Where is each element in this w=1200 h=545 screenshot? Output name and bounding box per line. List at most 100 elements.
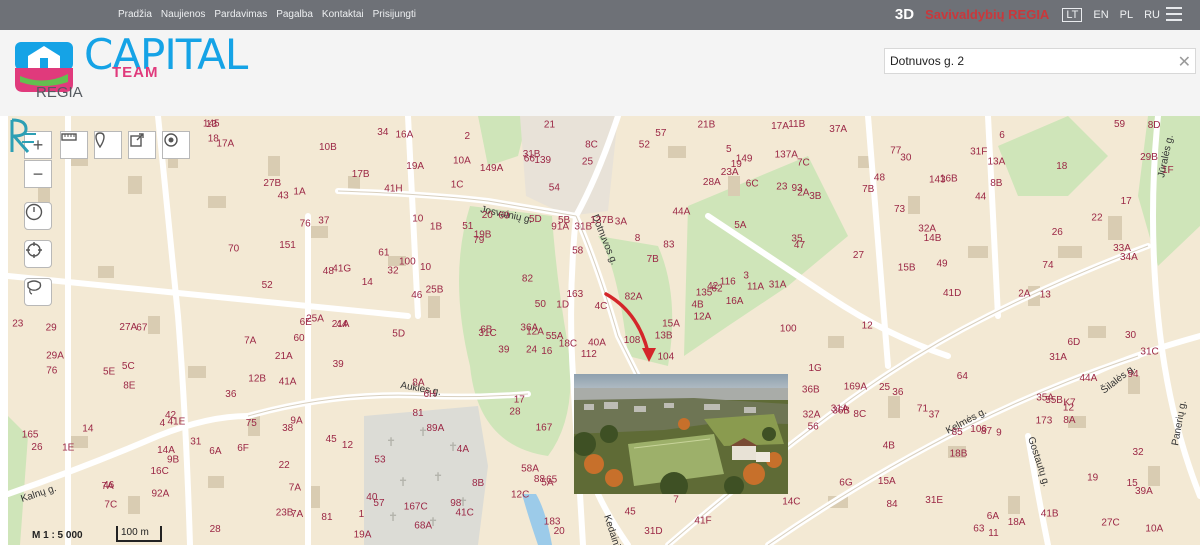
- map-view[interactable]: ✝ ✝ ✝ ✝ ✝ ✝ ✝ ✝ Josvainių g. Dotnuvos g.…: [8, 116, 1200, 545]
- parcel-number: 137A: [775, 150, 799, 161]
- parcel-number: 9A: [290, 416, 303, 427]
- parcel-number: 108: [624, 335, 641, 346]
- nav-item-contacts[interactable]: Kontaktai: [322, 9, 364, 20]
- parcel-number: 11B: [788, 119, 805, 130]
- parcel-number: 12: [1063, 403, 1075, 414]
- parcel-number: 20: [554, 526, 566, 537]
- parcel-number: 15A: [878, 476, 896, 487]
- site-brand-title[interactable]: Savivaldybių REGIA: [925, 7, 1049, 22]
- nav-item-sales[interactable]: Pardavimas: [214, 9, 267, 20]
- parcel-number: 81: [321, 512, 333, 523]
- parcel-number: 6E: [300, 317, 313, 328]
- nav-item-news[interactable]: Naujienos: [161, 9, 205, 20]
- language-ru[interactable]: RU: [1144, 9, 1160, 21]
- parcel-number: 88: [534, 474, 546, 485]
- parcel-number: 5D: [392, 328, 405, 339]
- parcel-number: 2A: [1018, 289, 1031, 300]
- parcel-number: 69: [499, 211, 511, 222]
- parcel-number: 12C: [511, 489, 529, 500]
- parcel-number: 21B: [698, 119, 716, 130]
- lasso-icon: [27, 280, 42, 295]
- parcel-number: 4B: [883, 440, 896, 451]
- parcel-number: 41D: [943, 288, 961, 299]
- parcel-number: 23: [776, 182, 788, 193]
- parcel-number: 8: [635, 233, 641, 244]
- parcel-number: 15A: [662, 319, 680, 330]
- header: CAPITAL TEAM REGIA ✕: [0, 30, 1200, 116]
- parcel-number: 50: [535, 299, 547, 310]
- parcel-number: 7A: [289, 482, 302, 493]
- parcel-number: 67: [136, 323, 148, 334]
- parcel-number: 23B: [276, 507, 294, 518]
- measure-button[interactable]: [60, 131, 88, 159]
- parcel-number: 14B: [924, 233, 942, 244]
- parcel-number: 12B: [248, 374, 266, 385]
- parcel-number: 39: [498, 345, 510, 356]
- share-button[interactable]: [128, 131, 156, 159]
- address-search: ✕: [884, 48, 1196, 74]
- parcel-number: 100: [399, 256, 416, 267]
- target-button[interactable]: [162, 131, 190, 159]
- parcel-number: 14: [362, 277, 374, 288]
- marker-button[interactable]: [94, 131, 122, 159]
- parcel-number: 37: [318, 216, 330, 227]
- parcel-number: 167: [536, 422, 553, 433]
- parcel-number: 31D: [644, 526, 662, 537]
- zoom-out-button[interactable]: −: [24, 160, 52, 188]
- parcel-number: 7C: [104, 500, 117, 511]
- regia-watermark-logo: [10, 118, 36, 153]
- nav-item-home[interactable]: Pradžia: [118, 9, 152, 20]
- parcel-number: 10: [420, 262, 432, 273]
- parcel-number: 73: [894, 204, 906, 215]
- logo-regia-text: REGIA: [36, 84, 83, 101]
- lasso-button[interactable]: [24, 278, 52, 306]
- property-photo[interactable]: [574, 374, 788, 494]
- hamburger-icon[interactable]: [1166, 7, 1182, 21]
- parcel-number: 94: [1128, 369, 1140, 380]
- parcel-number: 2: [465, 131, 471, 142]
- language-en[interactable]: EN: [1093, 9, 1108, 21]
- language-pl[interactable]: PL: [1120, 9, 1133, 21]
- parcel-number: 8B: [472, 478, 485, 489]
- locate-button[interactable]: [24, 240, 52, 268]
- close-icon[interactable]: ✕: [1178, 52, 1191, 72]
- parcel-number: 13B: [655, 330, 673, 341]
- parcel-number: 151: [279, 240, 296, 251]
- nav-item-login[interactable]: Prisijungti: [373, 9, 416, 20]
- parcel-number: 21A: [332, 319, 350, 330]
- parcel-number: 58A: [521, 463, 539, 474]
- parcel-number: 22: [1091, 212, 1103, 223]
- parcel-number: 20: [482, 210, 494, 221]
- language-lt[interactable]: LT: [1062, 7, 1083, 22]
- parcel-number: 16: [541, 346, 553, 357]
- svg-text:✝: ✝: [398, 475, 408, 489]
- parcel-number: 49: [937, 259, 949, 270]
- parcel-number: 89A: [427, 423, 445, 434]
- parcel-number: 44A: [1080, 373, 1098, 384]
- svg-text:✝: ✝: [388, 510, 398, 524]
- history-button[interactable]: [24, 202, 52, 230]
- parcel-number: 31B: [574, 221, 592, 232]
- parcel-number: 56: [808, 422, 820, 433]
- address-search-input[interactable]: [885, 49, 1160, 73]
- parcel-number: 5D: [529, 214, 542, 225]
- nav-item-help[interactable]: Pagalba: [276, 9, 313, 20]
- parcel-number: 24: [526, 344, 538, 355]
- parcel-number: 52: [262, 280, 274, 291]
- parcel-number: 57: [655, 128, 667, 139]
- crosshair-icon: [26, 242, 42, 258]
- parcel-number: 36B: [802, 385, 820, 396]
- parcel-number: 32: [387, 265, 399, 276]
- parcel-number: 41B: [1041, 509, 1059, 520]
- parcel-number: 57: [373, 498, 385, 509]
- parcel-number: 18A: [1008, 517, 1026, 528]
- view-3d-button[interactable]: 3D: [895, 6, 914, 23]
- parcel-number: 27B: [263, 178, 281, 189]
- parcel-number: 6D: [1068, 337, 1081, 348]
- parcel-number: 12: [862, 321, 874, 332]
- parcel-number: 18B: [950, 448, 968, 459]
- parcel-number: 7: [673, 494, 679, 505]
- parcel-number: 18: [1056, 161, 1068, 172]
- parcel-number: 85: [952, 427, 964, 438]
- parcel-number: 173: [1036, 415, 1053, 426]
